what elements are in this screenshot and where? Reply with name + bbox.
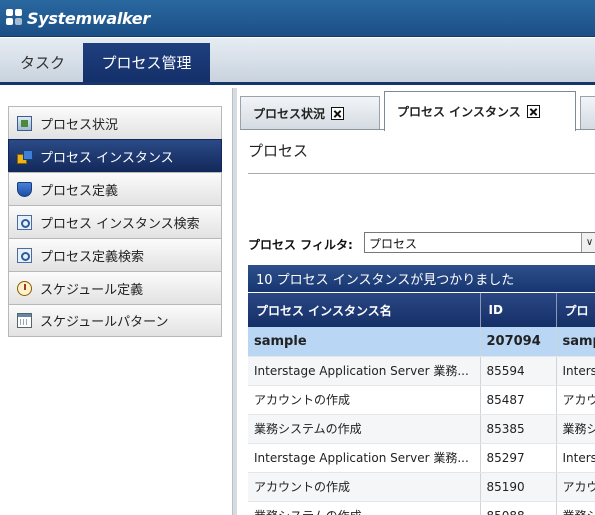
- cell-id: 85594: [480, 356, 557, 386]
- process-filter-label: プロセス フィルタ:: [248, 238, 353, 252]
- sidebar-item-schedule-definition[interactable]: スケジュール定義: [8, 271, 222, 304]
- sidebar-item-label: プロセス状況: [40, 117, 119, 133]
- status-monitor-icon: [17, 115, 32, 131]
- chevron-down-icon[interactable]: ∨: [581, 233, 595, 252]
- cubes-icon: [17, 149, 33, 164]
- app-header: Systemwalker: [0, 0, 595, 37]
- sidebar-item-process-status[interactable]: プロセス状況: [8, 106, 222, 139]
- clock-icon: [17, 280, 32, 296]
- search-icon: [17, 247, 32, 263]
- process-filter-select[interactable]: プロセス: [364, 232, 595, 253]
- page-title: プロセス: [248, 142, 309, 160]
- cell-instance-name: sample: [248, 327, 481, 357]
- table-row[interactable]: 業務システムの作成 85385 業務シ: [248, 414, 595, 444]
- panel-splitter[interactable]: [232, 88, 237, 515]
- cell-process: 業務シ: [556, 414, 595, 444]
- tab-process-instance[interactable]: プロセス インスタンス: [384, 91, 576, 131]
- cell-process: 業務シ: [556, 501, 595, 515]
- cell-id: 85088: [480, 501, 557, 515]
- calendar-icon: [17, 313, 32, 328]
- nav-tab-process-management[interactable]: プロセス管理: [83, 43, 210, 82]
- cell-process: samp: [556, 327, 595, 357]
- close-icon[interactable]: [331, 106, 345, 120]
- table-row[interactable]: アカウントの作成 85190 アカウ: [248, 472, 595, 502]
- title-divider: [248, 173, 595, 174]
- table-row[interactable]: アカウントの作成 85487 アカウ: [248, 385, 595, 415]
- systemwalker-logo: Systemwalker: [6, 6, 150, 30]
- sidebar-item-process-definition[interactable]: プロセス定義: [8, 172, 222, 205]
- tab-overflow[interactable]: [580, 96, 595, 129]
- cell-id: 85297: [480, 443, 557, 473]
- search-icon: [17, 214, 32, 230]
- cell-process: アカウ: [556, 385, 595, 415]
- column-header-instance-name[interactable]: プロセス インスタンス名: [248, 293, 481, 327]
- sidebar-item-label: プロセス インスタンス: [40, 150, 174, 166]
- cell-instance-name: Interstage Application Server 業務...: [248, 443, 481, 473]
- tab-process-status[interactable]: プロセス状況: [240, 96, 380, 129]
- main-navbar: タスク プロセス管理: [0, 38, 595, 85]
- systemwalker-mark-icon: [6, 9, 24, 27]
- tab-label: プロセス インスタンス: [397, 105, 521, 119]
- shield-icon: [17, 181, 32, 197]
- sidebar-item-instance-search[interactable]: プロセス インスタンス検索: [8, 205, 222, 238]
- sidebar-item-label: プロセス インスタンス検索: [40, 216, 200, 232]
- cell-instance-name: Interstage Application Server 業務...: [248, 356, 481, 386]
- sidebar-item-process-instance[interactable]: プロセス インスタンス: [8, 139, 222, 172]
- result-summary-bar: 10 プロセス インスタンスが見つかりました: [248, 265, 595, 292]
- cell-process: Inters: [556, 443, 595, 473]
- cell-id: 85190: [480, 472, 557, 502]
- cell-instance-name: 業務システムの作成: [248, 414, 481, 444]
- sidebar-item-label: スケジュールパターン: [40, 315, 169, 330]
- table-header-row: プロセス インスタンス名 ID プロ: [248, 293, 595, 327]
- cell-instance-name: アカウントの作成: [248, 385, 481, 415]
- table-row[interactable]: Interstage Application Server 業務... 8529…: [248, 443, 595, 473]
- column-header-process[interactable]: プロ: [556, 293, 595, 327]
- tab-label: プロセス状況: [253, 106, 326, 121]
- table-row[interactable]: 業務システムの作成 85088 業務シ: [248, 501, 595, 515]
- cell-id: 207094: [480, 327, 557, 357]
- brand-name: Systemwalker: [27, 8, 150, 28]
- sidebar-item-schedule-pattern[interactable]: スケジュールパターン: [8, 304, 222, 337]
- table-row[interactable]: Interstage Application Server 業務... 8559…: [248, 356, 595, 386]
- cell-process: Inters: [556, 356, 595, 386]
- nav-tab-task[interactable]: タスク: [6, 43, 79, 82]
- table-row[interactable]: sample 207094 samp: [248, 327, 595, 357]
- column-header-id[interactable]: ID: [480, 293, 557, 327]
- cell-instance-name: アカウントの作成: [248, 472, 481, 502]
- sidebar-menu: プロセス状況 プロセス インスタンス プロセス定義 プロセス インスタンス検索 …: [8, 106, 222, 337]
- instance-table: プロセス インスタンス名 ID プロ sample 207094 samp In…: [248, 293, 595, 515]
- cell-process: アカウ: [556, 472, 595, 502]
- cell-instance-name: 業務システムの作成: [248, 501, 481, 515]
- sidebar-item-label: プロセス定義検索: [40, 249, 145, 265]
- cell-id: 85487: [480, 385, 557, 415]
- sidebar-item-label: プロセス定義: [40, 183, 119, 199]
- sidebar-item-definition-search[interactable]: プロセス定義検索: [8, 238, 222, 271]
- sidebar-item-label: スケジュール定義: [40, 282, 144, 298]
- cell-id: 85385: [480, 414, 557, 444]
- close-icon[interactable]: [526, 105, 540, 118]
